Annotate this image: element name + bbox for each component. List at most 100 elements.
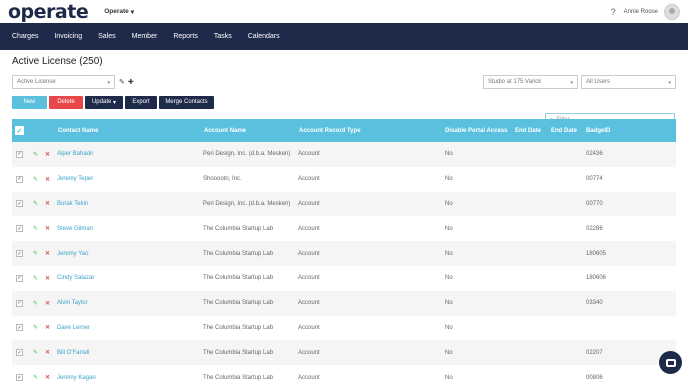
contact-name-link[interactable]: Jeremy Teper (57, 176, 93, 182)
nav-item-calendars[interactable]: Calendars (248, 33, 280, 40)
row-checkbox[interactable]: ✓ (16, 175, 23, 183)
row-checkbox[interactable]: ✓ (16, 349, 23, 357)
account-name: The Columbia Startup Lab (203, 300, 274, 307)
delete-icon[interactable]: ✕ (45, 300, 50, 307)
table-row[interactable]: ✓ ✎ ✕ Jeremy Teper Shooootn, Inc. Account No 00… (12, 167, 676, 192)
edit-icon[interactable]: ✎ (33, 324, 38, 331)
delete-icon[interactable]: ✕ (45, 151, 50, 158)
chat-button[interactable] (659, 351, 682, 374)
contacts-table: ✓ Contact Name Account Name Account Reco… (12, 119, 676, 382)
account-name: Peri Design, Inc. (d.b.a. Mesken) (203, 151, 291, 158)
column-header[interactable]: End Date (551, 128, 577, 134)
table-body: ✓ ✎ ✕ Alper Bahadir Peri Design, Inc. (d.b.a… (12, 142, 676, 382)
edit-icon[interactable]: ✎ (33, 250, 38, 257)
export-button[interactable]: Export (125, 95, 157, 109)
contact-name-link[interactable]: Bill O'Farrell (57, 350, 89, 356)
nav-item-sales[interactable]: Sales (98, 33, 116, 40)
view-select[interactable]: Active License ▾ (12, 75, 115, 89)
table-row[interactable]: ✓ ✎ ✕ Alper Bahadir Peri Design, Inc. (d.b.a… (12, 142, 676, 167)
edit-icon[interactable]: ✎ (33, 275, 38, 282)
badge-id: 02436 (586, 151, 603, 158)
add-view-icon[interactable]: ✚ (128, 78, 134, 86)
nav-item-charges[interactable]: Charges (12, 33, 38, 40)
nav-item-tasks[interactable]: Tasks (214, 33, 232, 40)
table-row[interactable]: ✓ ✎ ✕ Steve Gilman The Columbia Startup Lab A… (12, 216, 676, 241)
table-row[interactable]: ✓ ✎ ✕ Jeremy Yao The Columbia Startup Lab Acc… (12, 241, 676, 266)
column-header[interactable]: Disable Portal Access (445, 128, 507, 134)
users-select[interactable]: All Users ▾ (581, 75, 676, 89)
edit-icon[interactable]: ✎ (33, 374, 38, 381)
help-icon[interactable]: ? (611, 7, 616, 17)
contact-name-link[interactable]: Jeremy Kagan (57, 375, 96, 381)
update-button[interactable]: Update ▾ (85, 95, 123, 109)
contact-name-link[interactable]: Steve Gilman (57, 226, 93, 232)
account-record-type: Account (298, 176, 320, 183)
main-content: Active License (250) Active License ▾ ✎ ✚ … (0, 56, 688, 382)
column-header[interactable]: Account Name (204, 128, 246, 134)
row-checkbox[interactable]: ✓ (16, 150, 23, 158)
delete-button[interactable]: Delete (49, 95, 83, 109)
badge-id: 02207 (586, 349, 603, 356)
merge-contacts-button[interactable]: Merge Contacts (159, 95, 214, 109)
row-checkbox[interactable]: ✓ (16, 250, 23, 258)
column-header[interactable]: Contact Name (58, 128, 98, 134)
action-buttons: New Delete Update ▾ Export Merge Contact… (12, 95, 676, 109)
row-checkbox[interactable]: ✓ (16, 274, 23, 282)
row-checkbox[interactable]: ✓ (16, 324, 23, 332)
disable-portal-access: No (445, 200, 453, 207)
nav-item-member[interactable]: Member (132, 33, 158, 40)
new-button[interactable]: New (12, 95, 47, 109)
table-row[interactable]: ✓ ✎ ✕ Alvin Taylor The Columbia Startup Lab A… (12, 290, 676, 316)
top-bar: operate Operate ▾ ? Annie Roose (0, 0, 688, 23)
badge-id: 00806 (586, 374, 603, 381)
table-row[interactable]: ✓ ✎ ✕ Dave Lerner The Columbia Startup Lab Ac… (12, 316, 676, 341)
row-checkbox[interactable]: ✓ (16, 374, 23, 382)
column-header[interactable]: End Date (515, 128, 541, 134)
account-name: Shooootn, Inc. (203, 176, 242, 183)
edit-icon[interactable]: ✎ (33, 349, 38, 356)
table-row[interactable]: ✓ ✎ ✕ Burak Tekin Peri Design, Inc. (d.b.a. … (12, 191, 676, 217)
contact-name-link[interactable]: Burak Tekin (57, 201, 88, 207)
delete-icon[interactable]: ✕ (45, 374, 50, 381)
delete-icon[interactable]: ✕ (45, 324, 50, 331)
contact-name-link[interactable]: Alvin Taylor (57, 300, 88, 306)
edit-icon[interactable]: ✎ (33, 176, 38, 183)
table-row[interactable]: ✓ ✎ ✕ Bill O'Farrell The Columbia Startup La… (12, 340, 676, 366)
column-header[interactable]: BadgeID (586, 128, 610, 134)
select-all-checkbox[interactable]: ✓ (15, 126, 24, 135)
column-header[interactable]: Account Record Type (299, 128, 361, 134)
avatar[interactable] (664, 3, 680, 20)
delete-icon[interactable]: ✕ (45, 275, 50, 282)
contact-name-link[interactable]: Jeremy Yao (57, 251, 88, 257)
nav-item-invoicing[interactable]: Invoicing (54, 33, 82, 40)
table-row[interactable]: ✓ ✎ ✕ Jeremy Kagan The Columbia Startup Lab A… (12, 365, 676, 382)
account-record-type: Account (298, 300, 320, 307)
location-select[interactable]: Studio at 175 Varick ▾ (483, 75, 578, 89)
delete-icon[interactable]: ✕ (45, 349, 50, 356)
account-name: The Columbia Startup Lab (203, 250, 274, 257)
disable-portal-access: No (445, 151, 453, 158)
app-selector[interactable]: Operate ▾ (104, 8, 134, 16)
account-record-type: Account (298, 151, 320, 158)
edit-view-icon[interactable]: ✎ (119, 78, 125, 86)
delete-icon[interactable]: ✕ (45, 200, 50, 207)
edit-icon[interactable]: ✎ (33, 300, 38, 307)
nav-item-reports[interactable]: Reports (173, 33, 198, 40)
delete-icon[interactable]: ✕ (45, 225, 50, 232)
contact-name-link[interactable]: Dave Lerner (57, 325, 90, 331)
user-name[interactable]: Annie Roose (624, 9, 658, 15)
edit-icon[interactable]: ✎ (33, 200, 38, 207)
contact-name-link[interactable]: Alper Bahadir (57, 151, 93, 157)
delete-icon[interactable]: ✕ (45, 250, 50, 257)
account-name: The Columbia Startup Lab (203, 225, 274, 232)
delete-icon[interactable]: ✕ (45, 176, 50, 183)
contact-name-link[interactable]: Cindy Salazar (57, 275, 94, 281)
row-checkbox[interactable]: ✓ (16, 200, 23, 208)
row-checkbox[interactable]: ✓ (16, 225, 23, 233)
edit-icon[interactable]: ✎ (33, 151, 38, 158)
row-checkbox[interactable]: ✓ (16, 299, 23, 307)
table-row[interactable]: ✓ ✎ ✕ Cindy Salazar The Columbia Startup Lab… (12, 266, 676, 291)
operate-logo[interactable]: operate (8, 1, 89, 23)
edit-icon[interactable]: ✎ (33, 225, 38, 232)
caret-down-icon: ▾ (570, 80, 573, 86)
